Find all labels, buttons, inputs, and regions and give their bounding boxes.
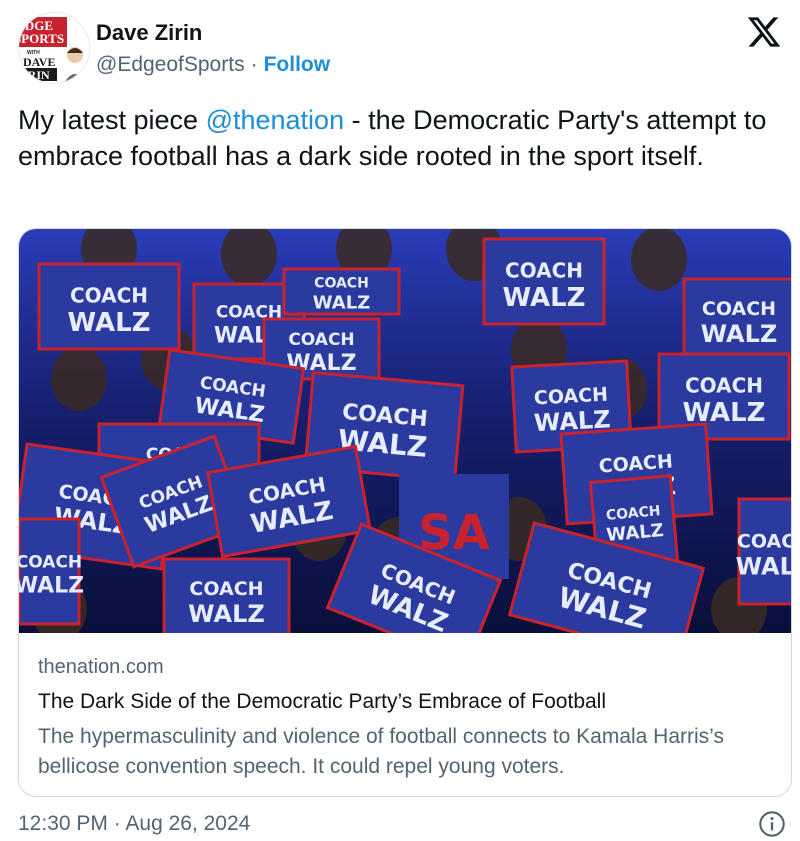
coach-walz-sign: COACHWALZ [37,262,181,351]
photo-canvas: COACHWALZ COACHWALZCOACHWALZCOACHWALZ COAC… [19,229,792,633]
author-handle[interactable]: @EdgeofSports [96,53,245,76]
info-icon[interactable] [758,810,786,838]
sign-text-walz: WALZ [67,308,150,338]
tweet-timestamp[interactable]: 12:30 PM · Aug 26, 2024 [18,812,250,835]
crowd-head [51,347,107,411]
card-domain[interactable]: thenation.com [38,654,778,680]
card-description: The hypermasculinity and violence of foo… [38,725,724,778]
sign-text-walz: WALZ [701,320,778,348]
author-handle-row: @EdgeofSports · Follow [96,52,330,78]
crowd-with-signs-photo[interactable]: COACH WALZ COACH WALZ COACH WALZ COACH WALZ COAC… [19,229,792,633]
sign-text-coach: COACH [505,259,583,283]
mention-link[interactable]: @thenation [206,105,345,135]
sign-text-walz: WALZ [313,293,371,314]
author-avatar[interactable]: DGE SPORTS WITH DAVE IRIN [18,12,90,84]
logo-text-zirin: IRIN [23,68,50,82]
sign-text-coach: COACH [685,374,763,398]
handle-separator: · [250,53,258,76]
tweet-text: My latest piece @thenation - the Democra… [18,102,778,174]
card-title[interactable]: The Dark Side of the Democratic Party’s … [38,688,778,716]
logo-text-sports: SPORTS [19,31,64,46]
crowd-head [631,229,687,291]
coach-walz-sign: COACHWALZ [19,517,84,626]
sign-text-coach: COACH [189,578,263,600]
coach-walz-sign: COACHWALZ [736,497,792,606]
tweet-header: DGE SPORTS WITH DAVE IRIN Dave Zirin @Ed… [18,12,788,88]
coach-walz-sign: COACHWALZ [482,237,606,326]
sign-text-walz: WALZ [736,552,792,580]
logo-text-dave: DAVE [23,55,55,69]
link-preview-card[interactable]: COACH WALZ COACH WALZ COACH WALZ COACH WALZ COAC… [18,228,792,797]
sign-text-coach: COACH [314,276,369,292]
sign-text-coach: COACH [702,298,776,320]
coach-walz-sign: COACHWALZ [682,277,791,361]
sign-text-coach: COACH [288,330,354,350]
x-logo-icon[interactable] [746,14,782,50]
follow-button[interactable]: Follow [264,53,331,76]
edge-of-sports-logo: DGE SPORTS WITH DAVE IRIN [19,13,89,83]
tweet-footer: 12:30 PM · Aug 26, 2024 [18,810,790,840]
sign-text-walz: WALZ [502,283,585,313]
tweet-text-before: My latest piece [18,105,206,135]
sign-text-walz: WALZ [19,573,84,598]
coach-walz-sign: COACHWALZ [282,267,401,316]
sign-text-coach: COACH [70,284,148,308]
sign-text-walz: WALZ [188,600,265,628]
author-display-name[interactable]: Dave Zirin [96,20,330,46]
card-meta: thenation.com The Dark Side of the Democ… [38,654,778,782]
coach-walz-sign: COACHWALZ [162,557,291,633]
sign-text-coach: COACH [19,553,82,573]
author-info: Dave Zirin @EdgeofSports · Follow [96,20,330,78]
sign-text-coach: COACH [737,531,792,553]
